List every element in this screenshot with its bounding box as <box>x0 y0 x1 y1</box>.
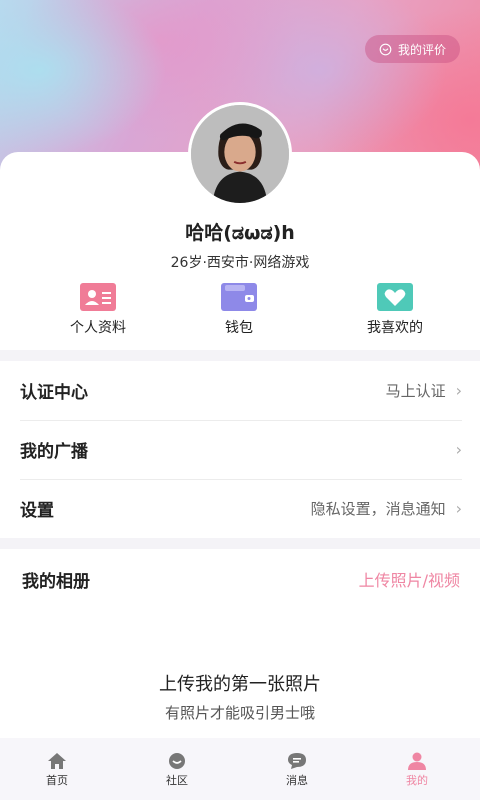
menu-row-broadcast[interactable]: 我的广播 › <box>20 420 462 479</box>
profile-details-label: 个人资料 <box>70 320 126 336</box>
avatar[interactable] <box>188 102 292 206</box>
rating-icon <box>379 43 392 55</box>
menu-row-verification[interactable]: 认证中心 马上认证 › <box>20 361 462 420</box>
bottom-tab-bar: 首页 社区 消息 我的 <box>0 738 480 800</box>
wallet-icon <box>221 283 257 311</box>
chevron-right-icon: › <box>455 440 462 459</box>
tab-me[interactable]: 我的 <box>377 752 457 788</box>
album-empty-title: 上传我的第一张照片 <box>159 674 321 695</box>
menu-title: 我的广播 <box>20 442 88 462</box>
menu-row-settings[interactable]: 设置 隐私设置，消息通知 › <box>20 479 462 538</box>
tab-label: 首页 <box>46 774 68 787</box>
my-rating-label: 我的评价 <box>397 42 446 57</box>
tab-community[interactable]: 社区 <box>137 752 217 788</box>
message-icon <box>288 753 306 769</box>
wallet-label: 钱包 <box>225 320 253 336</box>
liked-label: 我喜欢的 <box>367 320 423 336</box>
menu-value: 马上认证 <box>385 382 446 400</box>
heart-icon <box>377 283 413 311</box>
community-icon <box>169 753 185 769</box>
tab-label: 我的 <box>406 774 428 787</box>
tab-label: 社区 <box>166 774 188 787</box>
home-icon <box>48 753 66 769</box>
tab-home[interactable]: 首页 <box>17 752 97 788</box>
album-title: 我的相册 <box>22 572 90 592</box>
profile-info: 26岁·西安市·网络游戏 <box>170 255 310 271</box>
avatar-photo <box>191 105 289 203</box>
chevron-right-icon: › <box>455 381 462 400</box>
menu-title: 认证中心 <box>20 383 88 403</box>
liked-button[interactable]: 我喜欢的 <box>335 283 455 337</box>
album-empty-subtitle: 有照片才能吸引男士哦 <box>164 704 315 722</box>
my-rating-button[interactable]: 我的评价 <box>364 35 460 63</box>
chevron-right-icon: › <box>455 499 462 518</box>
tab-label: 消息 <box>286 774 308 787</box>
profile-details-button[interactable]: 个人资料 <box>38 283 158 337</box>
wallet-button[interactable]: 钱包 <box>179 283 299 337</box>
album-section: 我的相册 上传照片/视频 上传我的第一张照片 有照片才能吸引男士哦 <box>0 549 480 738</box>
upload-media-link[interactable]: 上传照片/视频 <box>359 567 460 591</box>
profile-nickname: 哈哈(ಡωಡ)h <box>185 222 295 244</box>
id-card-icon <box>80 283 116 311</box>
me-icon <box>408 752 426 770</box>
menu-value: 隐私设置，消息通知 <box>310 500 446 518</box>
menu-list: 认证中心 马上认证 › 我的广播 › 设置 隐私设置，消息通知 › <box>0 361 480 538</box>
menu-title: 设置 <box>20 501 54 521</box>
tab-messages[interactable]: 消息 <box>257 752 337 788</box>
